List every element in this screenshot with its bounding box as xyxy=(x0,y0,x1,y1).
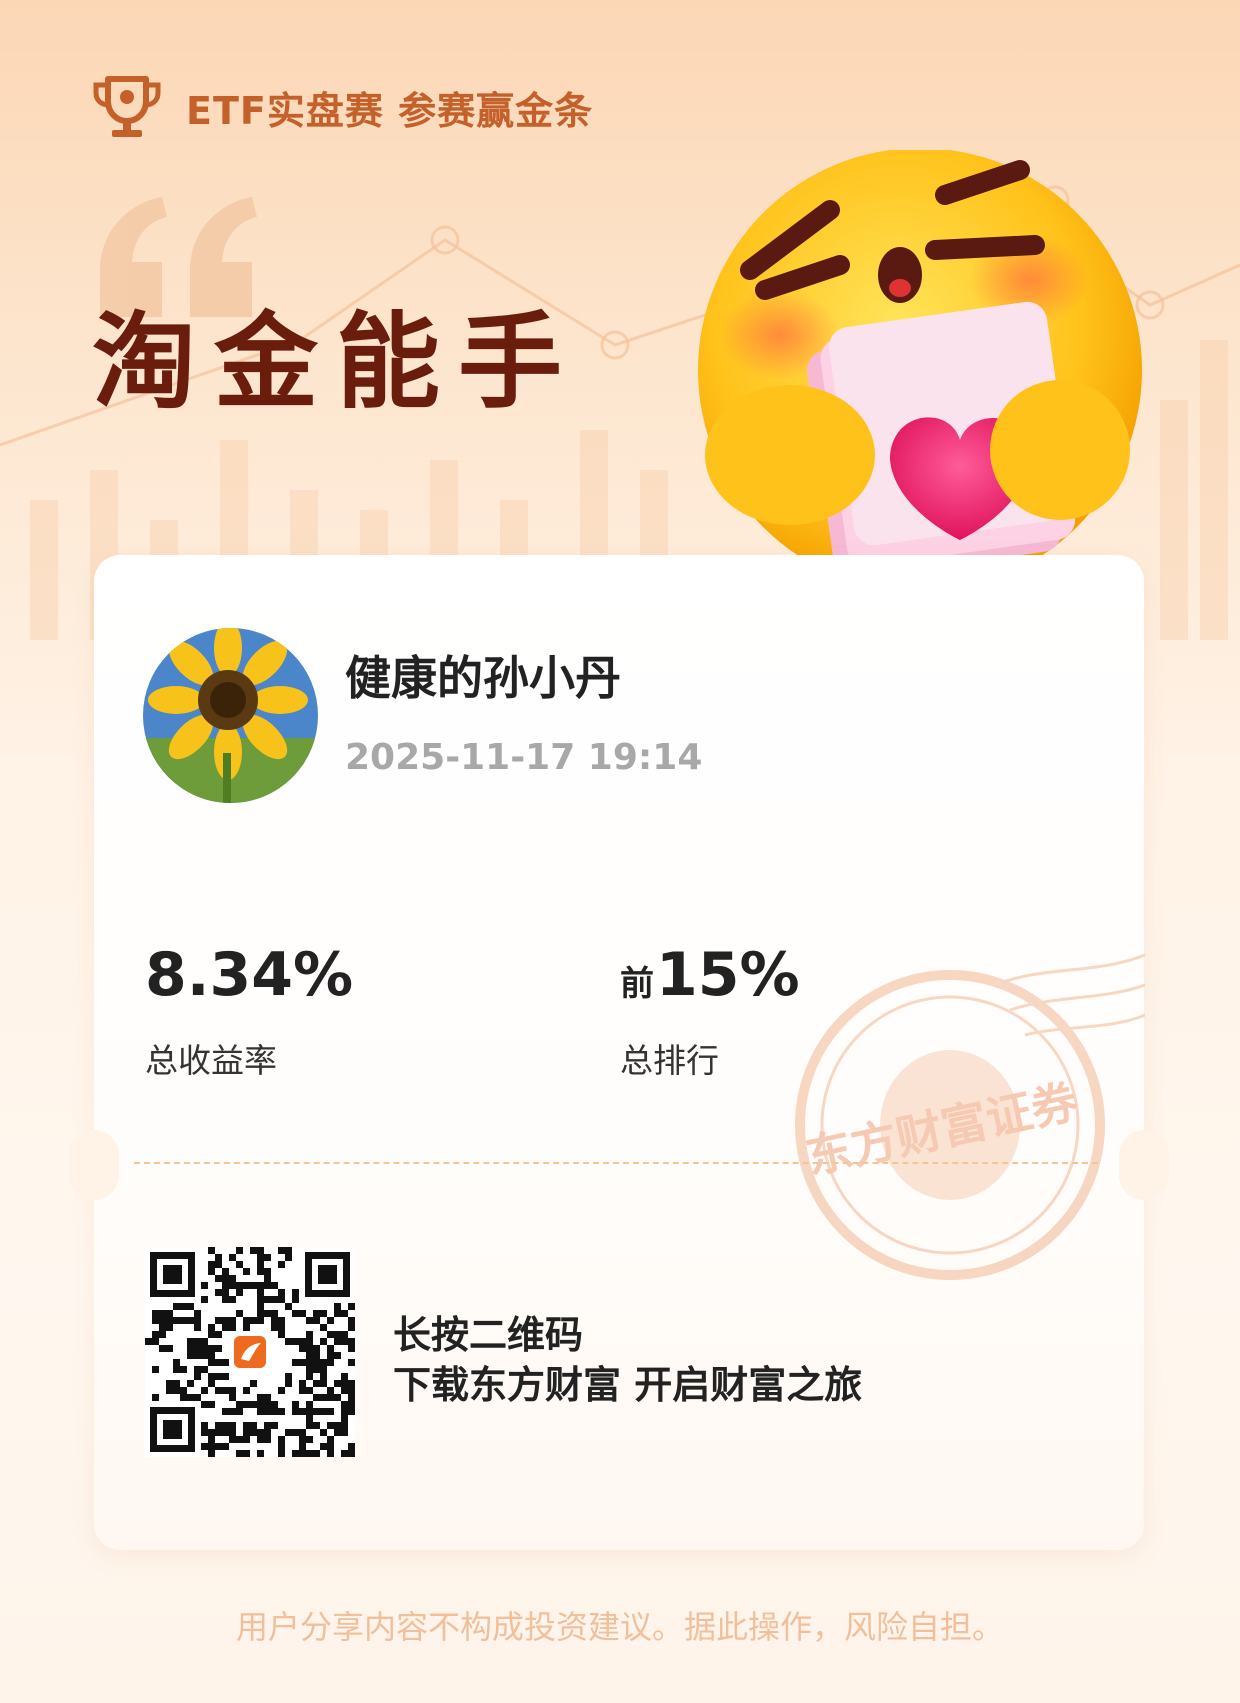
event-title: ETF实盘赛 参赛赢金条 xyxy=(186,88,594,133)
total-return-value: 8.34% xyxy=(145,945,353,1005)
sunflower-avatar[interactable] xyxy=(143,628,318,803)
risk-disclaimer: 用户分享内容不构成投资建议。据此操作，风险自担。 xyxy=(235,1608,1004,1646)
share-timestamp: 2025-11-17 19:14 xyxy=(345,737,703,778)
total-return-label: 总收益率 xyxy=(145,1041,277,1080)
event-header: ETF实盘赛 参赛赢金条 xyxy=(92,72,593,142)
rank-prefix: 前 xyxy=(620,964,654,1004)
stat-value: 8.34% xyxy=(145,940,354,1010)
user-name: 健康的孙小丹 xyxy=(345,651,621,705)
money-hug-emoji xyxy=(698,150,1142,592)
ticket-notch-left xyxy=(69,1130,119,1200)
cta-line-2: 下载东方财富 开启财富之旅 xyxy=(393,1363,863,1407)
cta-line-1: 长按二维码 xyxy=(393,1313,584,1357)
rank-label: 总排行 xyxy=(620,1041,719,1080)
trophy-icon xyxy=(93,76,161,137)
qr-code[interactable] xyxy=(145,1247,355,1457)
stat-value: 15% xyxy=(656,940,800,1010)
rank-value: 前15% xyxy=(620,945,800,1005)
company-stamp: 东方财富证券 xyxy=(795,953,1145,1280)
badge-title: 淘金能手 xyxy=(92,301,581,423)
ticket-divider xyxy=(134,1162,1098,1164)
